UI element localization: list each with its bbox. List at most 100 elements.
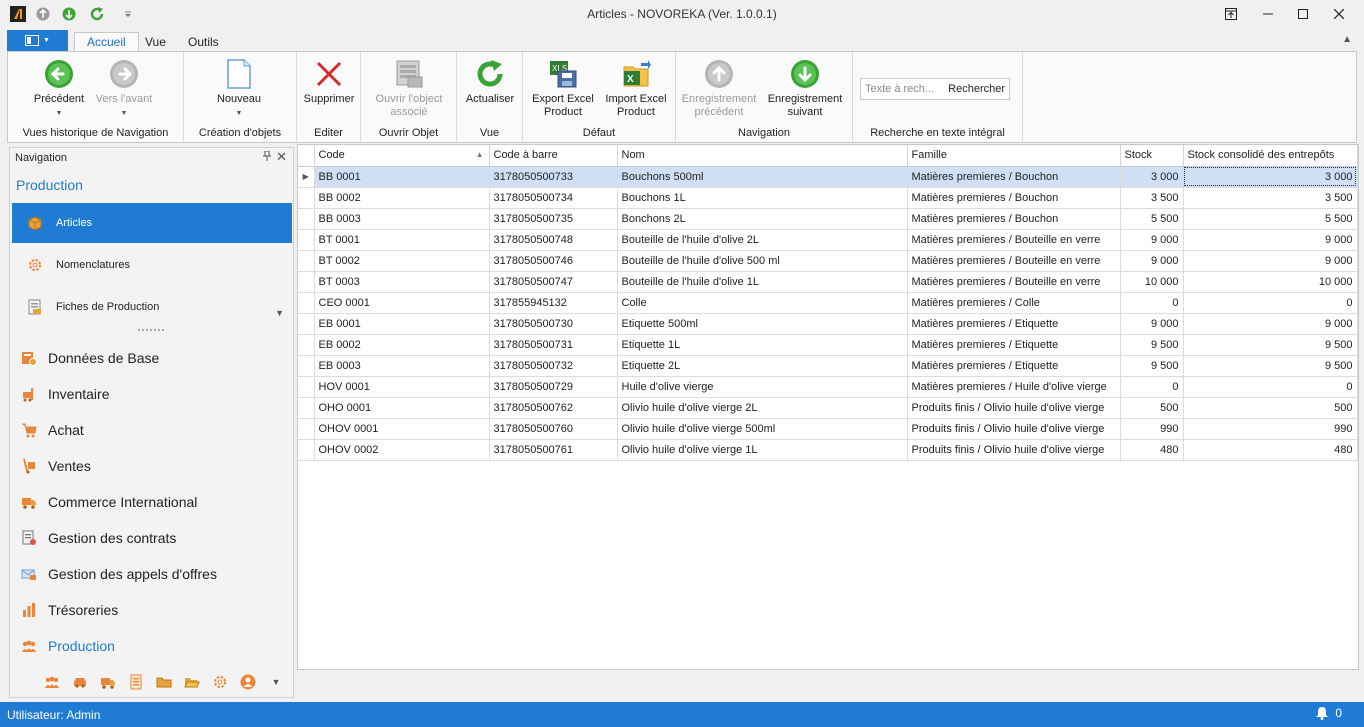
cell-name[interactable]: Bouteille de l'huile d'olive 1L	[617, 271, 908, 293]
cell-barcode[interactable]: 3178050500729	[489, 376, 618, 398]
row-indicator[interactable]	[298, 334, 315, 356]
table-row[interactable]: EB 0002 3178050500731 Etiquette 1L Matières…	[298, 334, 1358, 356]
configure-buttons-icon[interactable]: ▼	[267, 673, 285, 691]
cell-stock[interactable]: 3 000	[1120, 166, 1184, 188]
cell-code[interactable]: BT 0001	[314, 229, 490, 251]
cell-family[interactable]: Matières premieres / Bouchon	[907, 208, 1121, 230]
notifications[interactable]: 0	[1315, 706, 1342, 720]
collapse-ribbon-icon[interactable]: ▲	[1342, 34, 1352, 45]
table-row[interactable]: BB 0002 3178050500734 Bouchons 1L Matières …	[298, 187, 1358, 209]
cell-family[interactable]: Produits finis / Olivio huile d'olive vi…	[907, 418, 1121, 440]
cell-code[interactable]: OHOV 0001	[314, 418, 490, 440]
cell-barcode[interactable]: 3178050500760	[489, 418, 618, 440]
cell-consolidated-stock[interactable]: 0	[1183, 376, 1358, 398]
cell-consolidated-stock[interactable]: 480	[1183, 439, 1358, 461]
nav-group-achat[interactable]: Achat	[16, 414, 294, 446]
cell-consolidated-stock[interactable]: 10 000	[1183, 271, 1358, 293]
previous-button[interactable]: Précédent ▼	[26, 58, 92, 120]
nav-group-ventes[interactable]: Ventes	[16, 450, 294, 482]
table-row[interactable]: EB 0003 3178050500732 Etiquette 2L Matières…	[298, 355, 1358, 377]
gear-icon[interactable]	[211, 673, 229, 691]
cell-name[interactable]: Etiquette 500ml	[617, 313, 908, 335]
open-associated-object-button[interactable]: Ouvrir l'object associé	[367, 58, 451, 119]
cell-barcode[interactable]: 3178050500747	[489, 271, 618, 293]
cell-family[interactable]: Matières premieres / Etiquette	[907, 334, 1121, 356]
close-button[interactable]	[1324, 4, 1354, 24]
table-row[interactable]: BT 0002 3178050500746 Bouteille de l'huile…	[298, 250, 1358, 272]
user-icon[interactable]	[239, 673, 257, 691]
row-indicator[interactable]	[298, 439, 315, 461]
truck-icon[interactable]	[99, 673, 117, 691]
cell-stock[interactable]: 0	[1120, 376, 1184, 398]
cell-name[interactable]: Olivio huile d'olive vierge 1L	[617, 439, 908, 461]
cell-code[interactable]: OHOV 0002	[314, 439, 490, 461]
folder-icon[interactable]	[155, 673, 173, 691]
document-icon[interactable]	[127, 673, 145, 691]
nav-group-commerce-international[interactable]: Commerce International	[16, 486, 294, 518]
folder-open-icon[interactable]	[183, 673, 201, 691]
cell-code[interactable]: BT 0003	[314, 271, 490, 293]
file-menu-button[interactable]: ▼	[7, 30, 68, 51]
cell-name[interactable]: Colle	[617, 292, 908, 314]
cell-name[interactable]: Etiquette 1L	[617, 334, 908, 356]
cell-name[interactable]: Bonchons 2L	[617, 208, 908, 230]
table-row[interactable]: EB 0001 3178050500730 Etiquette 500ml Matiè…	[298, 313, 1358, 335]
nav-group-appels-offres[interactable]: Gestion des appels d'offres	[16, 558, 294, 590]
table-row[interactable]: OHO 0001 3178050500762 Olivio huile d'oliv…	[298, 397, 1358, 419]
row-indicator[interactable]	[298, 313, 315, 335]
cell-consolidated-stock[interactable]: 9 000	[1183, 250, 1358, 272]
search-input[interactable]: Texte à rech...	[861, 83, 944, 95]
table-row[interactable]: BT 0001 3178050500748 Bouteille de l'huile…	[298, 229, 1358, 251]
column-header-name[interactable]: Nom	[617, 145, 908, 167]
cell-family[interactable]: Matières premieres / Bouteille en verre	[907, 250, 1121, 272]
cell-barcode[interactable]: 3178050500746	[489, 250, 618, 272]
column-header-family[interactable]: Famille	[907, 145, 1121, 167]
cell-code[interactable]: BB 0001	[314, 166, 490, 188]
cell-consolidated-stock[interactable]: 9 500	[1183, 334, 1358, 356]
row-indicator[interactable]	[298, 208, 315, 230]
tab-accueil[interactable]: Accueil	[74, 32, 139, 51]
cell-barcode[interactable]: 3178050500730	[489, 313, 618, 335]
cell-consolidated-stock[interactable]: 9 000	[1183, 313, 1358, 335]
cell-code[interactable]: OHO 0001	[314, 397, 490, 419]
cell-barcode[interactable]: 3178050500748	[489, 229, 618, 251]
cell-stock[interactable]: 9 500	[1120, 355, 1184, 377]
cell-consolidated-stock[interactable]: 3 500	[1183, 187, 1358, 209]
refresh-button[interactable]: Actualiser	[461, 58, 519, 106]
cell-family[interactable]: Matières premieres / Etiquette	[907, 313, 1121, 335]
row-indicator[interactable]: ▶	[298, 166, 315, 188]
previous-record-button[interactable]: Enregistrement précédent	[676, 58, 762, 119]
cell-code[interactable]: CEO 0001	[314, 292, 490, 314]
cell-family[interactable]: Produits finis / Olivio huile d'olive vi…	[907, 439, 1121, 461]
row-indicator[interactable]	[298, 418, 315, 440]
nav-group-donnees-base[interactable]: Données de Base	[16, 342, 294, 374]
cell-family[interactable]: Matières premieres / Colle	[907, 292, 1121, 314]
nav-group-gestion-contrats[interactable]: Gestion des contrats	[16, 522, 294, 554]
minimize-button[interactable]	[1253, 4, 1283, 24]
row-indicator[interactable]	[298, 397, 315, 419]
cell-name[interactable]: Bouteille de l'huile d'olive 500 ml	[617, 250, 908, 272]
export-excel-button[interactable]: XLS Export Excel Product	[527, 58, 599, 119]
search-button[interactable]: Rechercher	[944, 83, 1009, 95]
cell-stock[interactable]: 9 000	[1120, 250, 1184, 272]
cell-name[interactable]: Bouteille de l'huile d'olive 2L	[617, 229, 908, 251]
table-row[interactable]: BT 0003 3178050500747 Bouteille de l'huile…	[298, 271, 1358, 293]
cell-consolidated-stock[interactable]: 990	[1183, 418, 1358, 440]
cell-name[interactable]: Huile d'olive vierge	[617, 376, 908, 398]
cell-family[interactable]: Matières premieres / Bouteille en verre	[907, 271, 1121, 293]
cell-consolidated-stock[interactable]: 3 000	[1183, 166, 1358, 188]
table-row[interactable]: CEO 0001 317855945132 Colle Matières premie…	[298, 292, 1358, 314]
column-header-stock[interactable]: Stock	[1120, 145, 1184, 167]
cell-stock[interactable]: 480	[1120, 439, 1184, 461]
table-row[interactable]: OHOV 0001 3178050500760 Olivio huile d'oli…	[298, 418, 1358, 440]
nav-item-fiches-production[interactable]: Fiches de Production	[12, 287, 292, 327]
cell-barcode[interactable]: 3178050500735	[489, 208, 618, 230]
cell-family[interactable]: Matières premieres / Huile d'olive vierg…	[907, 376, 1121, 398]
nav-group-inventaire[interactable]: Inventaire	[16, 378, 294, 410]
cell-code[interactable]: BB 0003	[314, 208, 490, 230]
cell-barcode[interactable]: 3178050500761	[489, 439, 618, 461]
column-header-barcode[interactable]: Code à barre	[489, 145, 618, 167]
cell-family[interactable]: Matières premieres / Etiquette	[907, 355, 1121, 377]
import-excel-button[interactable]: X Import Excel Product	[600, 58, 672, 119]
cell-code[interactable]: EB 0001	[314, 313, 490, 335]
